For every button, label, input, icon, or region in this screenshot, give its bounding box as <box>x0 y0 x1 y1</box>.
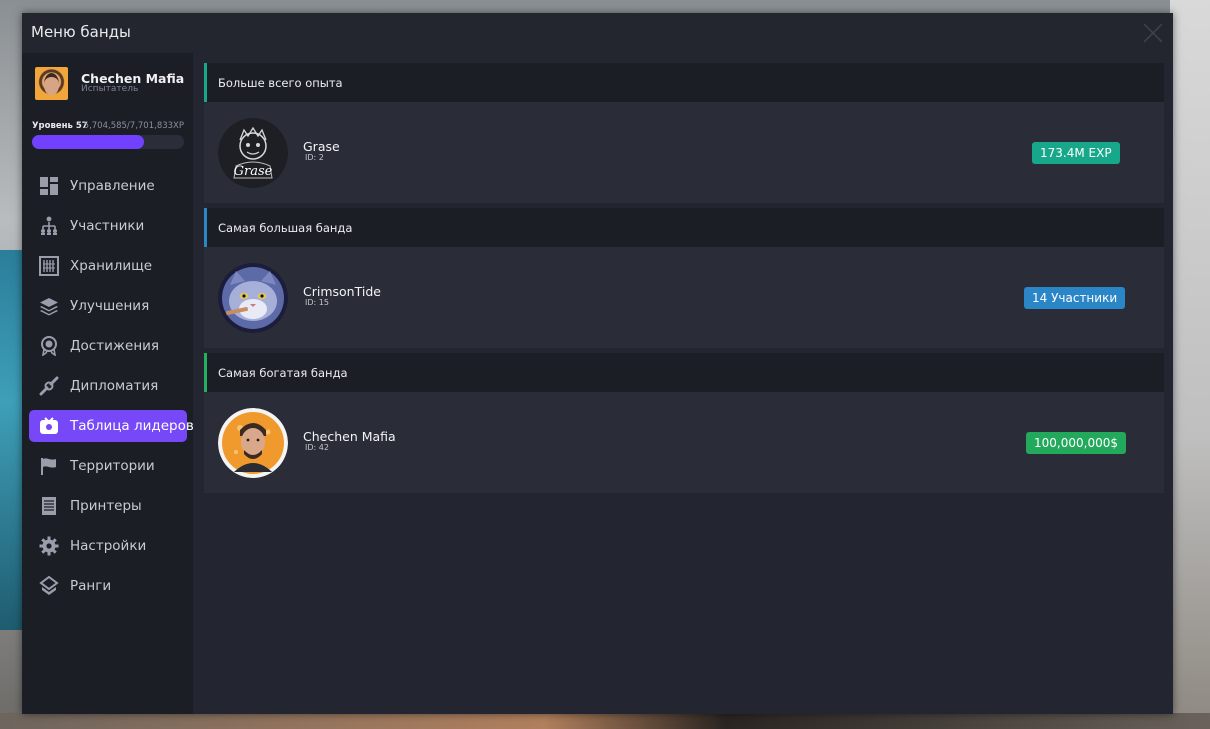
gang-id: ID: 15 <box>305 298 329 307</box>
nav-item-achievements[interactable]: Достижения <box>29 330 187 362</box>
nav-item-upgrades[interactable]: Улучшения <box>29 290 187 322</box>
close-button[interactable] <box>1141 21 1165 45</box>
nav-label: Участники <box>70 218 145 234</box>
gang-menu-window: Меню банды Chechen Mafia Испытатель Уров… <box>22 13 1173 714</box>
game-background-right <box>1170 0 1210 729</box>
rank-icon <box>39 575 59 596</box>
members-icon <box>39 216 59 236</box>
card-heading: Самая большая банда <box>218 221 353 235</box>
sidebar-nav: Управление Участники Хранилище Улучшения <box>29 170 194 610</box>
nav-item-management[interactable]: Управление <box>29 170 187 202</box>
nav-label: Принтеры <box>70 498 142 514</box>
money-badge: 100,000,000$ <box>1026 432 1126 454</box>
nav-item-ranks[interactable]: Ранги <box>29 570 187 602</box>
nav-label: Настройки <box>70 538 147 554</box>
level-row: Уровень 57 5,704,585/7,701,833XP <box>32 121 184 133</box>
nav-label: Территории <box>70 458 155 474</box>
leaderboard-card-most-exp: Больше всего опыта Grase Grase ID: 2 173… <box>204 63 1164 203</box>
nav-item-members[interactable]: Участники <box>29 210 187 242</box>
gang-id: ID: 42 <box>305 443 329 452</box>
xp-progress-bar <box>32 135 184 149</box>
handshake-icon <box>39 376 59 396</box>
gang-name: CrimsonTide <box>303 284 381 299</box>
nav-item-territories[interactable]: Территории <box>29 450 187 482</box>
card-heading: Больше всего опыта <box>218 76 343 90</box>
profile-avatar <box>35 67 68 100</box>
card-body: Chechen Mafia ID: 42 100,000,000$ <box>204 392 1164 493</box>
leaderboard-card-richest: Самая богатая банда Chechen Mafia ID: 42… <box>204 353 1164 493</box>
svg-text:Grase: Grase <box>234 164 273 179</box>
nav-item-leaderboard[interactable]: Таблица лидеров <box>29 410 194 442</box>
nav-label: Ранги <box>70 578 112 594</box>
dashboard-icon <box>39 176 59 196</box>
titlebar: Меню банды <box>22 13 1173 53</box>
gang-avatar <box>218 408 288 478</box>
gang-name: Grase <box>303 139 340 154</box>
card-header: Больше всего опыта <box>204 63 1164 102</box>
level-label: Уровень 57 <box>32 121 88 131</box>
layers-icon <box>39 296 59 316</box>
gear-icon <box>39 536 59 556</box>
game-background-bottom <box>0 713 1210 729</box>
storage-icon <box>39 256 59 276</box>
window-title: Меню банды <box>31 23 131 41</box>
sidebar: Chechen Mafia Испытатель Уровень 57 5,70… <box>22 53 194 714</box>
nav-label: Хранилище <box>70 258 153 274</box>
nav-item-printers[interactable]: Принтеры <box>29 490 187 522</box>
card-header: Самая богатая банда <box>204 353 1164 392</box>
gang-name: Chechen Mafia <box>303 429 396 444</box>
flag-icon <box>39 456 59 476</box>
nav-label: Улучшения <box>70 298 150 314</box>
card-body: CrimsonTide ID: 15 14 Участники <box>204 247 1164 348</box>
nav-label: Таблица лидеров <box>70 418 194 434</box>
nav-item-settings[interactable]: Настройки <box>29 530 187 562</box>
members-badge: 14 Участники <box>1024 287 1126 309</box>
card-body: Grase Grase ID: 2 173.4M EXP <box>204 102 1164 203</box>
gang-avatar <box>218 263 288 333</box>
nav-item-diplomacy[interactable]: Дипломатия <box>29 370 187 402</box>
nav-label: Достижения <box>70 338 160 354</box>
leaderboard-icon <box>39 416 59 436</box>
printer-icon <box>39 496 59 516</box>
gang-id: ID: 2 <box>305 153 324 162</box>
medal-icon <box>39 336 59 357</box>
nav-item-storage[interactable]: Хранилище <box>29 250 187 282</box>
card-header: Самая большая банда <box>204 208 1164 247</box>
nav-label: Дипломатия <box>70 378 159 394</box>
profile-card: Chechen Mafia Испытатель <box>35 67 185 103</box>
card-heading: Самая богатая банда <box>218 366 348 380</box>
nav-label: Управление <box>70 178 155 194</box>
xp-progress-fill <box>32 135 145 149</box>
exp-badge: 173.4M EXP <box>1032 142 1120 164</box>
leaderboard-card-biggest: Самая большая банда CrimsonTide ID: 15 1… <box>204 208 1164 348</box>
close-icon <box>1143 23 1163 43</box>
profile-role: Испытатель <box>81 84 139 94</box>
leaderboard-panel: Больше всего опыта Grase Grase ID: 2 173… <box>193 53 1173 714</box>
gang-avatar: Grase <box>218 118 288 188</box>
xp-label: 5,704,585/7,701,833XP <box>83 121 184 131</box>
